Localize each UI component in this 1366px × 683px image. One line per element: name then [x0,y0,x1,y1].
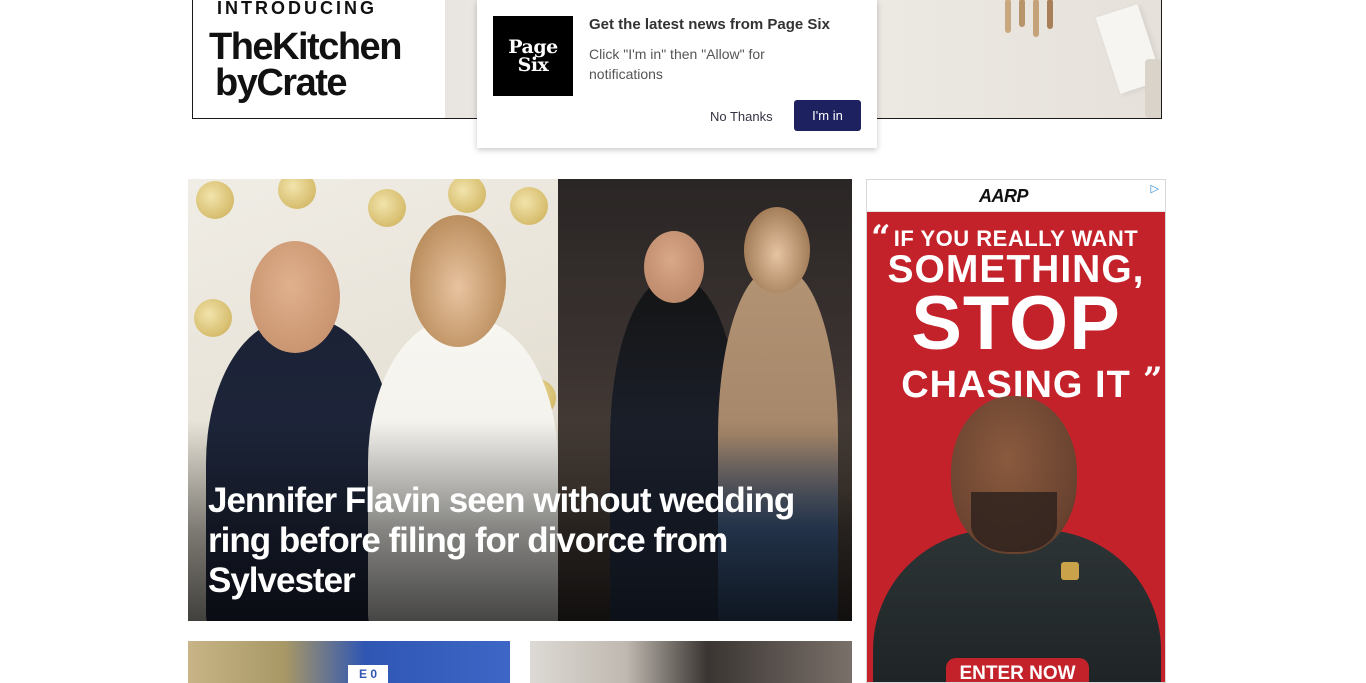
aarp-logo: AARP [979,186,1029,206]
hero-story[interactable]: Jennifer Flavin seen without wedding rin… [188,179,852,621]
ad-brand-line2: byCrate [215,62,348,104]
backdrop-medallion [510,187,548,225]
spokesperson-beard [971,492,1057,552]
man-face [250,241,340,353]
utensil-jar [1145,59,1161,118]
backdrop-medallion [368,189,406,227]
page-six-logo: Page Six [493,16,573,96]
logo-line2: Six [517,54,549,76]
notification-title: Get the latest news from Page Six [589,16,830,33]
lapel-pin [1061,562,1079,580]
ad-kicker: INTRODUCING [217,0,377,18]
backdrop-medallion [448,179,486,213]
notification-body: Click "I'm in" then "Allow" for notifica… [589,46,765,82]
utensil-handle [1047,0,1053,29]
woman-face-right [744,207,810,293]
thumbnail-backdrop-text: E 0 [348,665,388,683]
woman-face [410,215,506,347]
sidebar-ad[interactable]: AARP ▷ “ IF YOU REALLY WANT SOMETHING, S… [866,179,1166,683]
close-quote-mark: ” [1143,360,1163,400]
adchoices-icon[interactable]: ▷ [1151,182,1159,195]
enter-now-button[interactable]: ENTER NOW [946,658,1089,682]
backdrop-medallion [196,181,234,219]
story-thumbnail[interactable] [530,641,852,683]
backdrop-medallion [278,179,316,209]
story-thumbnail[interactable]: E 0 [188,641,510,683]
backdrop-medallion [194,299,232,337]
im-in-button[interactable]: I'm in [794,100,861,131]
utensil-handle [1005,0,1011,33]
utensil-handle [1019,0,1025,27]
man-face-right [644,231,704,303]
notification-prompt: Page Six Get the latest news from Page S… [477,0,877,148]
no-thanks-button[interactable]: No Thanks [702,103,781,130]
ad-brand-panel: INTRODUCING TheKitchen byCrate [193,0,445,118]
ad-line-3: STOP [911,281,1121,366]
hero-headline[interactable]: Jennifer Flavin seen without wedding rin… [208,481,838,601]
ad-brand-line1: TheKitchen [209,26,402,68]
utensil-handle [1033,0,1039,37]
ad-header-bar: AARP ▷ [867,180,1165,212]
